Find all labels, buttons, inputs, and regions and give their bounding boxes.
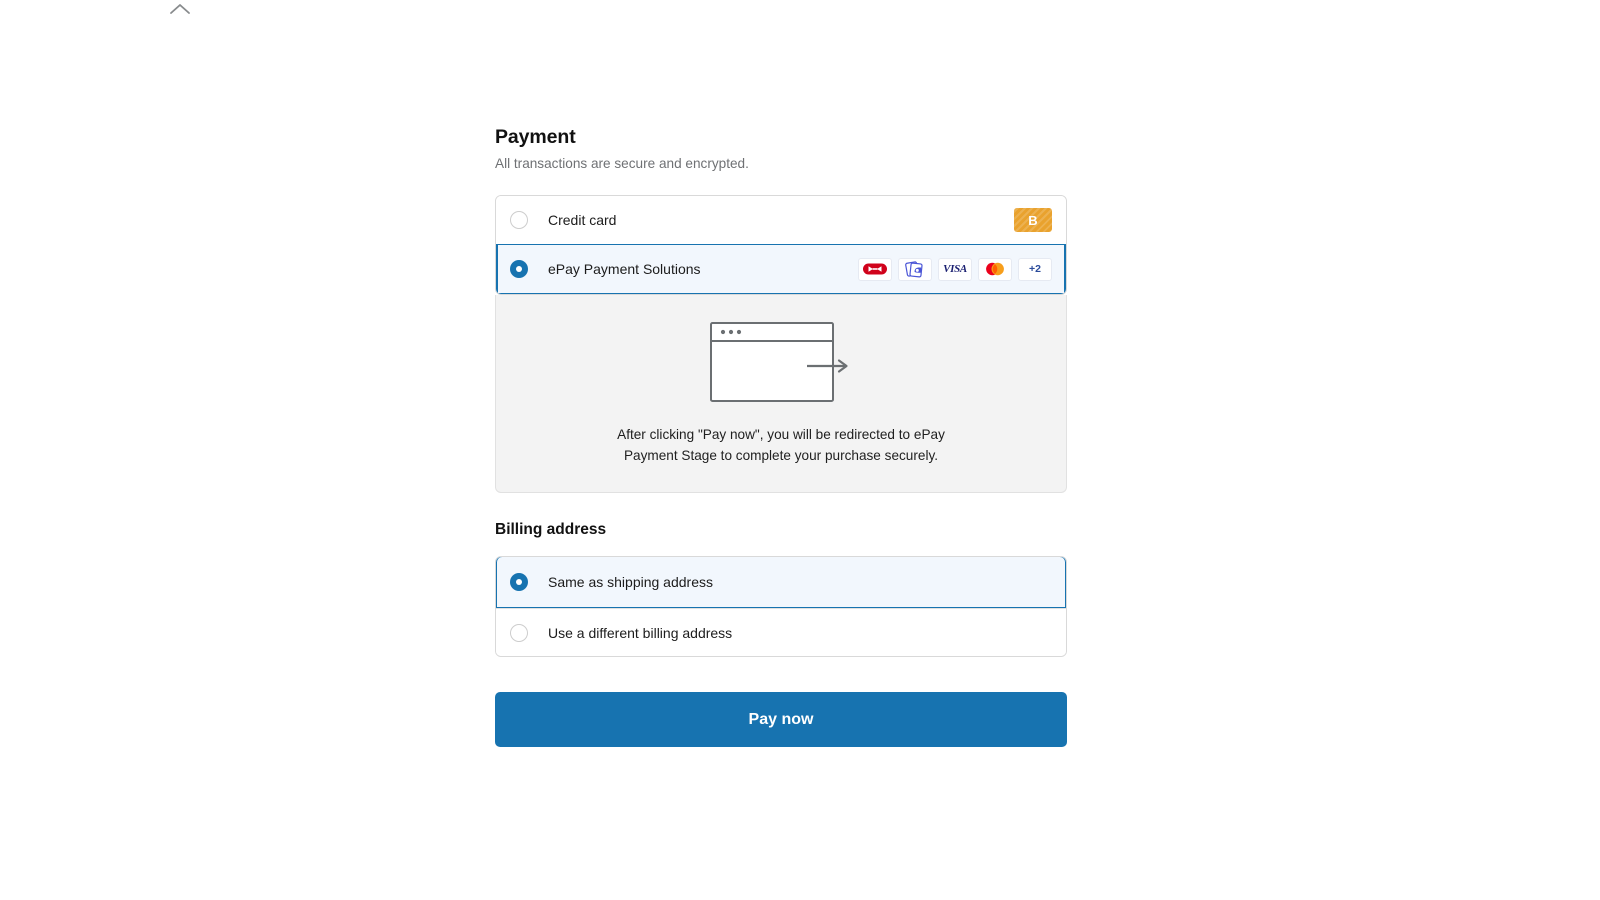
billing-option-same-as-shipping[interactable]: Same as shipping address (496, 557, 1066, 609)
payment-subtitle: All transactions are secure and encrypte… (495, 156, 749, 172)
radio-same-as-shipping[interactable] (510, 573, 528, 592)
payment-method-label: Credit card (548, 212, 617, 229)
page-title: Payment (495, 126, 576, 148)
mastercard-icon (978, 257, 1012, 281)
payment-method-credit-card[interactable]: Credit card B (496, 196, 1066, 245)
redirect-panel: After clicking "Pay now", you will be re… (495, 295, 1067, 494)
bambora-badge: B (1014, 208, 1052, 233)
radio-epay[interactable] (510, 260, 528, 279)
payment-method-group: Credit card B ePay Payment Solutions VIS… (495, 195, 1067, 296)
billing-address-group: Same as shipping address Use a different… (495, 556, 1067, 658)
dankort-icon (858, 257, 892, 281)
credit-card-badges: B (1014, 208, 1052, 233)
billing-address-title: Billing address (495, 521, 607, 539)
radio-different-billing-address[interactable] (510, 623, 528, 642)
payment-method-epay[interactable]: ePay Payment Solutions VISA +2 (496, 244, 1066, 295)
more-brands-badge[interactable]: +2 (1018, 257, 1052, 281)
epay-brand-icons: VISA +2 (858, 257, 1052, 281)
checkout-page: Payment All transactions are secure and … (0, 0, 1600, 900)
mobilepay-icon (898, 257, 932, 281)
billing-option-label: Use a different billing address (548, 624, 733, 641)
billing-option-label: Same as shipping address (548, 574, 713, 591)
payment-column: Payment All transactions are secure and … (495, 126, 1067, 748)
visa-icon: VISA (938, 257, 972, 281)
pay-now-button[interactable]: Pay now (495, 692, 1067, 748)
browser-redirect-icon (522, 317, 1040, 409)
radio-credit-card[interactable] (510, 211, 528, 230)
payment-method-label: ePay Payment Solutions (548, 261, 701, 278)
redirect-text: After clicking "Pay now", you will be re… (617, 427, 945, 463)
billing-option-different-address[interactable]: Use a different billing address (496, 608, 1066, 657)
chevron-up-icon[interactable] (166, 0, 194, 18)
